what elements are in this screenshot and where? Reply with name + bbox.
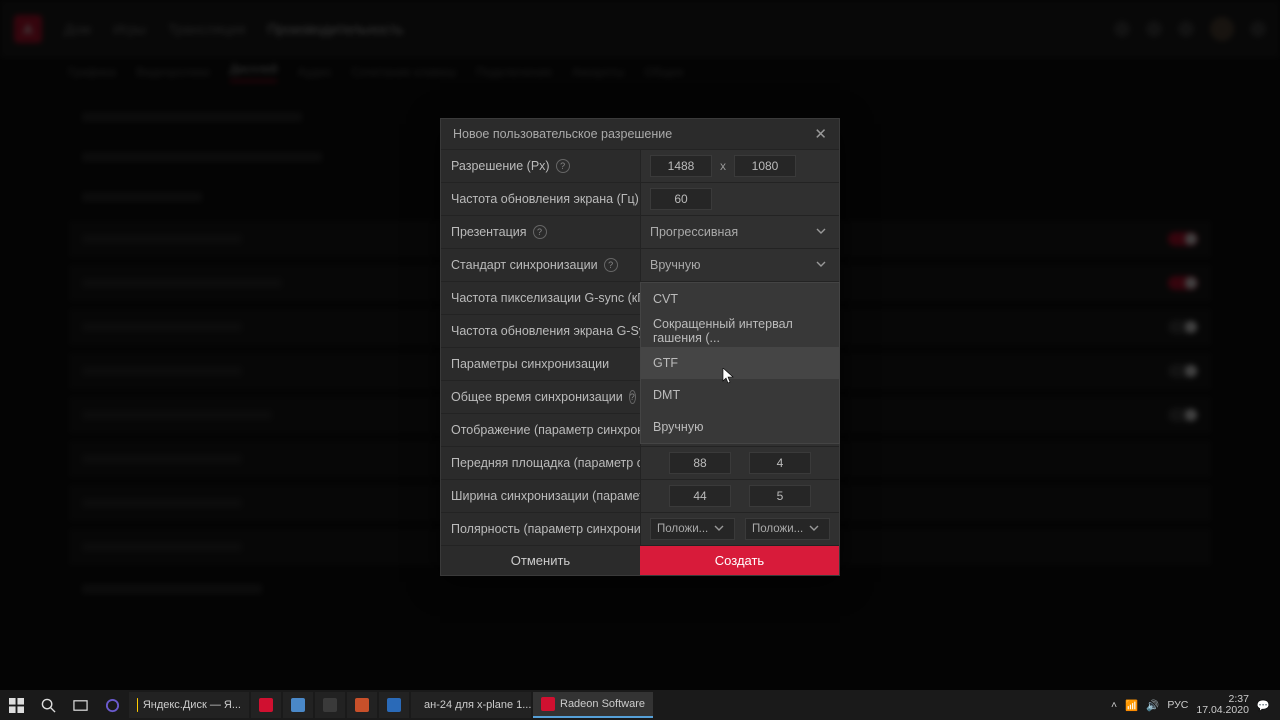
dropdown-option-dmt[interactable]: DMT <box>641 379 839 411</box>
timing-display-label: Отображение (параметр синхронизации) <box>451 423 641 437</box>
help-icon[interactable]: ? <box>629 390 636 404</box>
presentation-select[interactable]: Прогрессивная <box>650 216 830 248</box>
polarity-label: Полярность (параметр синхронизации) <box>451 522 641 536</box>
chevron-down-icon <box>809 523 819 536</box>
tray-volume-icon[interactable]: 🔊 <box>1146 699 1159 712</box>
refresh-label: Частота обновления экрана (Гц) <box>451 192 639 206</box>
resolution-height-input[interactable] <box>734 155 796 177</box>
timing-total-label: Общее время синхронизации <box>451 390 623 404</box>
help-icon[interactable]: ? <box>604 258 618 272</box>
timing-standard-select[interactable]: Вручную <box>650 249 830 281</box>
windows-taskbar: Яндекс.Диск — Я... ан-24 для x-plane 1...… <box>0 690 1280 720</box>
dropdown-option-gtf[interactable]: GTF <box>641 347 839 379</box>
taskbar-item[interactable] <box>347 692 377 718</box>
resolution-separator: x <box>720 159 726 173</box>
taskbar-item[interactable] <box>315 692 345 718</box>
search-icon[interactable] <box>32 690 64 720</box>
help-icon[interactable]: ? <box>556 159 570 173</box>
task-view-icon[interactable] <box>64 690 96 720</box>
tray-network-icon[interactable]: 📶 <box>1125 699 1138 712</box>
chevron-down-icon <box>816 258 826 272</box>
front-porch-label: Передняя площадка (параметр синхрон <box>451 456 641 470</box>
timing-standard-label: Стандарт синхронизации <box>451 258 598 272</box>
taskbar-item[interactable]: ан-24 для x-plane 1... <box>411 692 531 718</box>
dropdown-option-manual[interactable]: Вручную <box>641 411 839 443</box>
resolution-label: Разрешение (Px) <box>451 159 550 173</box>
sync-width-label: Ширина синхронизации (параметр синх <box>451 489 641 503</box>
front-porch-v-input[interactable] <box>749 452 811 474</box>
taskbar-item[interactable]: Яндекс.Диск — Я... <box>129 692 249 718</box>
dialog-title: Новое пользовательское разрешение <box>453 127 672 141</box>
start-button[interactable] <box>0 690 32 720</box>
resolution-width-input[interactable] <box>650 155 712 177</box>
timing-standard-dropdown: CVT Сокращенный интервал гашения (... GT… <box>640 282 840 444</box>
sync-width-v-input[interactable] <box>749 485 811 507</box>
cancel-button[interactable]: Отменить <box>441 546 640 575</box>
taskbar-item[interactable] <box>379 692 409 718</box>
chevron-down-icon <box>816 225 826 239</box>
front-porch-h-input[interactable] <box>669 452 731 474</box>
tray-notifications-icon[interactable]: 💬 <box>1257 699 1270 712</box>
pixelclock-label: Частота пикселизации G-sync (кГц) <box>451 291 641 305</box>
refresh-input[interactable] <box>650 188 712 210</box>
taskbar-item[interactable] <box>283 692 313 718</box>
dropdown-option-cvtrb[interactable]: Сокращенный интервал гашения (... <box>641 315 839 347</box>
presentation-label: Презентация <box>451 225 527 239</box>
polarity-h-select[interactable]: Положи... <box>650 518 735 540</box>
chevron-down-icon <box>714 523 724 536</box>
taskbar-item[interactable] <box>251 692 281 718</box>
taskbar-item[interactable]: Radeon Software <box>533 692 653 718</box>
dropdown-option-cvt[interactable]: CVT <box>641 283 839 315</box>
close-icon[interactable]: ✕ <box>814 125 827 143</box>
create-button[interactable]: Создать <box>640 546 839 575</box>
tray-chevron-icon[interactable]: ˄ <box>1111 699 1117 711</box>
tray-date: 17.04.2020 <box>1196 705 1249 716</box>
sync-width-h-input[interactable] <box>669 485 731 507</box>
timing-params-label: Параметры синхронизации <box>451 357 609 371</box>
gsync-refresh-label: Частота обновления экрана G-Sync (Гц) <box>451 324 641 338</box>
polarity-v-select[interactable]: Положи... <box>745 518 830 540</box>
tray-language[interactable]: РУС <box>1167 699 1188 711</box>
help-icon[interactable]: ? <box>533 225 547 239</box>
cortana-icon[interactable] <box>96 690 128 720</box>
mouse-cursor <box>722 368 736 391</box>
